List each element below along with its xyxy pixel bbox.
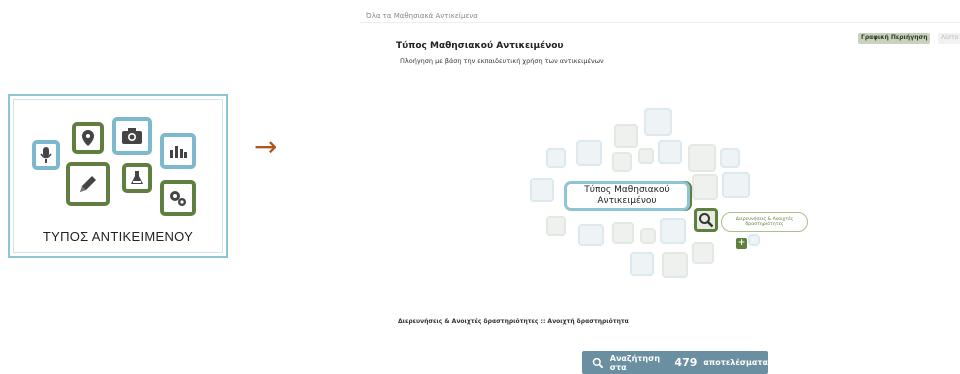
faded-category-tile[interactable] [630,252,654,276]
tab-list-view[interactable]: Λίστα [938,33,960,44]
button-prefix: Αναζήτηση στα [609,353,661,372]
faded-category-tile[interactable] [640,228,656,244]
faded-category-tile[interactable] [546,216,566,236]
faded-category-tile[interactable] [546,148,566,168]
faded-category-tile[interactable] [662,252,688,278]
arrow-right-icon: → [254,130,278,163]
selection-path: Διερευνήσεις & Ανοιχτές δραστηριότητες :… [398,318,629,325]
faded-category-tile[interactable] [530,178,554,202]
faded-category-tile[interactable] [748,234,760,246]
learning-object-type-card[interactable]: ΤΥΠΟΣ ΑΝΤΙΚΕΙΜΕΝΟΥ [8,94,228,258]
faded-category-tile[interactable] [578,224,604,246]
search-results-button[interactable]: Αναζήτηση στα 479 αποτελέσματα [582,351,768,374]
card-label: ΤΥΠΟΣ ΑΝΤΙΚΕΙΜΕΝΟΥ [42,229,194,244]
button-suffix: αποτελέσματα [703,358,768,367]
faded-category-tile[interactable] [638,148,654,164]
center-category-node[interactable]: Τύπος Μαθησιακού Αντικειμένου [564,181,690,211]
faded-category-tile[interactable] [644,108,672,136]
selected-category-label[interactable]: Διερευνήσεις & Ανοιχτές δραστηριότητες [721,212,808,232]
pencil-icon [66,162,110,206]
faded-category-tile[interactable] [692,242,714,264]
results-count: 479 [674,356,698,369]
page-subtitle: Πλοήγηση με βάση την εκπαιδευτική χρήση … [400,57,604,65]
gears-icon [160,180,196,216]
microphone-icon [32,140,60,170]
faded-category-tile[interactable] [658,140,682,164]
bar-chart-icon [160,133,196,169]
map-pin-icon [72,122,104,154]
search-icon [592,357,604,368]
magnifier-icon[interactable] [694,208,718,232]
faded-category-tile[interactable] [612,222,634,244]
faded-category-tile[interactable] [720,148,740,168]
flask-icon [122,163,152,193]
expand-plus-button[interactable]: + [736,238,747,249]
tab-graphic-view[interactable]: Γραφική Περιήγηση [858,33,931,44]
faded-category-tile[interactable] [688,144,716,172]
faded-category-tile[interactable] [576,140,602,166]
faded-category-tile[interactable] [612,152,632,172]
breadcrumb-divider [360,22,960,23]
faded-category-tile[interactable] [660,218,686,244]
breadcrumb[interactable]: Όλα τα Μαθησιακά Αντικείμενα [366,12,478,20]
page-title: Τύπος Μαθησιακού Αντικειμένου [396,41,564,51]
camera-icon [112,117,152,155]
faded-category-tile[interactable] [614,124,638,148]
faded-category-tile[interactable] [692,174,718,200]
faded-category-tile[interactable] [722,172,750,198]
